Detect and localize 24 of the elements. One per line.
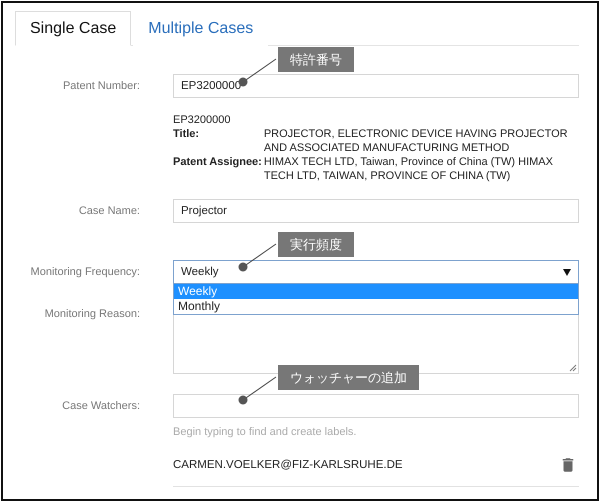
resize-handle-icon[interactable]	[569, 364, 577, 372]
caret-icon	[563, 268, 571, 276]
callout-label: ウォッチャーの追加	[278, 365, 419, 390]
info-value: HIMAX TECH LTD, Taiwan, Province of China (TW) HIMAX TECH LTD, TAIWAN, PROVINCE OF CHINA (TW)	[264, 155, 554, 183]
info-label: Title:	[173, 127, 200, 142]
info-label: Patent Assignee:	[173, 155, 262, 170]
field-label: Case Name:	[78, 204, 140, 219]
hint-text: Begin typing to find and create labels.	[173, 426, 358, 438]
tab[interactable]: Single Case	[15, 11, 132, 46]
leader-line	[238, 376, 278, 406]
field-label: Case Watchers:	[61, 399, 140, 414]
callout-label: 特許番号	[278, 47, 354, 72]
leader-line	[238, 243, 278, 273]
case-name-field[interactable]: Projector	[173, 199, 579, 223]
patent-number-field[interactable]: EP3200000	[173, 74, 579, 98]
case-watchers-field[interactable]	[173, 394, 579, 418]
frequency-select[interactable]: Weekly	[173, 260, 579, 284]
field-label: Monitoring Frequency:	[30, 265, 140, 280]
field-label: Patent Number:	[62, 79, 140, 94]
patent-number-text: EP3200000	[173, 114, 232, 126]
field-label: Monitoring Reason:	[44, 307, 140, 322]
info-value: PROJECTOR, ELECTRONIC DEVICE HAVING PROJECTOR AND ASSOCIATED MANUFACTURING METHOD	[264, 127, 569, 155]
watcher-email: CARMEN.VOELKER@FIZ-KARLSRUHE.DE	[173, 459, 403, 471]
callout-label: 実行頻度	[278, 232, 354, 257]
